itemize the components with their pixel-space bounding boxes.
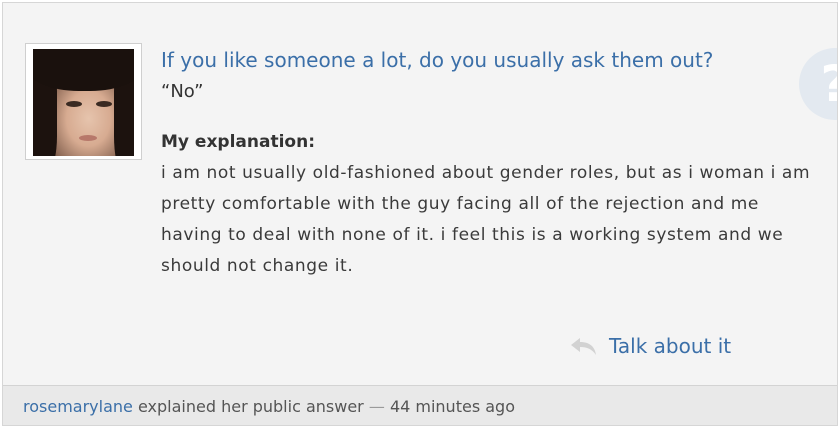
avatar-lips xyxy=(79,135,97,141)
avatar-eye-left xyxy=(66,101,82,107)
question-text[interactable]: If you like someone a lot, do you usuall… xyxy=(161,46,821,75)
avatar-frame[interactable] xyxy=(25,43,142,160)
answer-text: “No” xyxy=(161,81,204,102)
footer-separator: — xyxy=(368,397,385,416)
footer-action-text: explained her public answer xyxy=(137,397,364,416)
username-link[interactable]: rosemarylane xyxy=(23,397,133,416)
talk-about-it-label[interactable]: Talk about it xyxy=(609,334,731,358)
answer-card: ? If you like someone a lot, do you usua… xyxy=(2,2,838,426)
explanation-heading: My explanation: xyxy=(161,132,315,152)
avatar-bangs xyxy=(33,49,134,91)
avatar-eye-right xyxy=(96,101,112,107)
reply-arrow-icon xyxy=(571,338,596,355)
timestamp: 44 minutes ago xyxy=(389,397,515,416)
activity-footer: rosemarylane explained her public answer… xyxy=(3,385,837,425)
avatar[interactable] xyxy=(33,49,134,156)
explanation-body: i am not usually old-fashioned about gen… xyxy=(161,163,811,276)
talk-about-it-link[interactable]: Talk about it xyxy=(569,333,731,359)
